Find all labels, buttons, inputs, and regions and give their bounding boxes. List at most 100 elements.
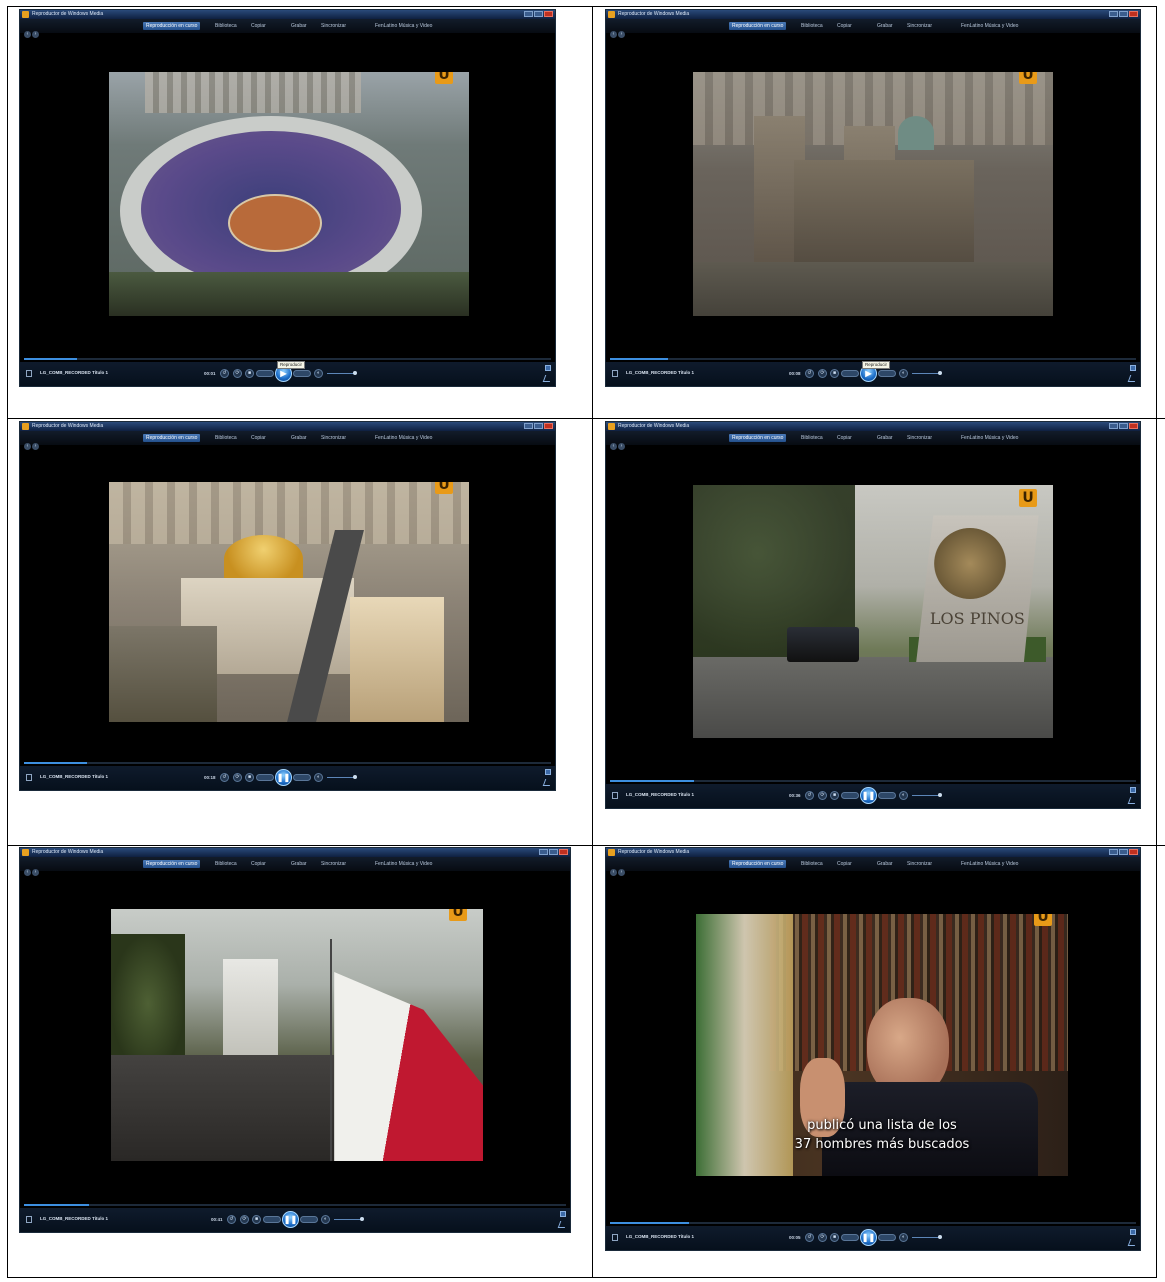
tab-sync[interactable]: Sincronizar (904, 434, 935, 442)
volume-slider[interactable] (912, 1235, 942, 1239)
view-toggle-icon[interactable] (612, 370, 618, 377)
switch-to-library-icon[interactable] (560, 1211, 566, 1217)
previous-button[interactable] (263, 1216, 281, 1223)
tab-burn[interactable]: Grabar (288, 434, 310, 442)
tab-sync[interactable]: Sincronizar (318, 860, 349, 868)
play-pause-button[interactable]: ❚❚ (282, 1211, 299, 1228)
tab-rip[interactable]: Copiar (248, 860, 269, 868)
tab-store[interactable]: FenLatino Música y Video (372, 860, 435, 868)
minimize-button[interactable] (539, 849, 548, 855)
volume-slider[interactable] (327, 775, 357, 779)
repeat-button[interactable]: ⟳ (233, 773, 242, 782)
repeat-button[interactable]: ⟳ (818, 369, 827, 378)
play-pause-button[interactable]: ❚❚ (860, 1229, 877, 1246)
minimize-button[interactable] (1109, 11, 1118, 17)
video-frame[interactable]: LOS PINOS U (693, 485, 1053, 738)
tab-rip[interactable]: Copiar (834, 860, 855, 868)
tab-library[interactable]: Biblioteca (798, 22, 826, 30)
tab-library[interactable]: Biblioteca (798, 860, 826, 868)
minimize-button[interactable] (1109, 849, 1118, 855)
shuffle-button[interactable]: ↺ (805, 791, 814, 800)
minimize-button[interactable] (524, 11, 533, 17)
tab-now-playing[interactable]: Reproducción en curso (729, 22, 787, 30)
volume-knob[interactable] (360, 1217, 364, 1221)
close-button[interactable] (1129, 11, 1138, 17)
maximize-button[interactable] (1119, 423, 1128, 429)
view-toggle-icon[interactable] (26, 370, 32, 377)
mute-button[interactable]: ◐ (899, 369, 908, 378)
volume-slider[interactable] (912, 371, 942, 375)
fullscreen-icon[interactable] (1127, 375, 1138, 382)
volume-knob[interactable] (353, 371, 357, 375)
back-arrow-icon[interactable]: ‹ (610, 869, 617, 876)
tab-now-playing[interactable]: Reproducción en curso (729, 860, 787, 868)
tab-library[interactable]: Biblioteca (212, 434, 240, 442)
seek-bar[interactable] (610, 358, 1136, 360)
tab-burn[interactable]: Grabar (874, 860, 896, 868)
tab-store[interactable]: FenLatino Música y Video (372, 22, 435, 30)
seek-bar[interactable] (24, 1204, 566, 1206)
view-toggle-icon[interactable] (26, 774, 32, 781)
repeat-button[interactable]: ⟳ (233, 369, 242, 378)
close-button[interactable] (544, 11, 553, 17)
mute-button[interactable]: ◐ (899, 791, 908, 800)
repeat-button[interactable]: ⟳ (818, 1233, 827, 1242)
switch-to-library-icon[interactable] (1130, 365, 1136, 371)
play-pause-button[interactable]: ❚❚ (275, 769, 292, 786)
play-pause-button[interactable]: ❚❚ (860, 787, 877, 804)
video-frame[interactable]: U (693, 72, 1053, 316)
tab-sync[interactable]: Sincronizar (904, 22, 935, 30)
video-frame[interactable]: publicó una lista de los 37 hombres más … (696, 914, 1068, 1176)
tab-store[interactable]: FenLatino Música y Video (372, 434, 435, 442)
switch-to-library-icon[interactable] (1130, 787, 1136, 793)
maximize-button[interactable] (1119, 849, 1128, 855)
volume-slider[interactable] (327, 371, 357, 375)
forward-arrow-icon[interactable]: › (618, 869, 625, 876)
maximize-button[interactable] (534, 423, 543, 429)
stop-button[interactable]: ■ (245, 773, 254, 782)
next-button[interactable] (878, 1234, 896, 1241)
shuffle-button[interactable]: ↺ (227, 1215, 236, 1224)
stop-button[interactable]: ■ (245, 369, 254, 378)
stop-button[interactable]: ■ (830, 791, 839, 800)
mute-button[interactable]: ◐ (314, 773, 323, 782)
back-arrow-icon[interactable]: ‹ (610, 31, 617, 38)
tab-rip[interactable]: Copiar (834, 434, 855, 442)
back-arrow-icon[interactable]: ‹ (24, 31, 31, 38)
back-arrow-icon[interactable]: ‹ (24, 443, 31, 450)
switch-to-library-icon[interactable] (545, 769, 551, 775)
previous-button[interactable] (841, 370, 859, 377)
next-button[interactable] (878, 370, 896, 377)
previous-button[interactable] (256, 774, 274, 781)
minimize-button[interactable] (1109, 423, 1118, 429)
video-frame[interactable]: U (111, 909, 483, 1161)
maximize-button[interactable] (1119, 11, 1128, 17)
video-frame[interactable]: U (109, 482, 469, 722)
mute-button[interactable]: ◐ (314, 369, 323, 378)
tab-burn[interactable]: Grabar (288, 22, 310, 30)
next-button[interactable] (878, 792, 896, 799)
minimize-button[interactable] (524, 423, 533, 429)
volume-knob[interactable] (938, 371, 942, 375)
tab-burn[interactable]: Grabar (874, 434, 896, 442)
next-button[interactable] (300, 1216, 318, 1223)
switch-to-library-icon[interactable] (1130, 1229, 1136, 1235)
maximize-button[interactable] (534, 11, 543, 17)
shuffle-button[interactable]: ↺ (220, 773, 229, 782)
close-button[interactable] (1129, 849, 1138, 855)
tab-store[interactable]: FenLatino Música y Video (958, 860, 1021, 868)
fullscreen-icon[interactable] (1127, 797, 1138, 804)
tab-rip[interactable]: Copiar (248, 434, 269, 442)
tab-sync[interactable]: Sincronizar (904, 860, 935, 868)
tab-library[interactable]: Biblioteca (212, 22, 240, 30)
fullscreen-icon[interactable] (542, 779, 553, 786)
volume-slider[interactable] (912, 793, 942, 797)
shuffle-button[interactable]: ↺ (220, 369, 229, 378)
close-button[interactable] (544, 423, 553, 429)
fullscreen-icon[interactable] (542, 375, 553, 382)
forward-arrow-icon[interactable]: › (618, 443, 625, 450)
tab-burn[interactable]: Grabar (874, 22, 896, 30)
switch-to-library-icon[interactable] (545, 365, 551, 371)
tab-rip[interactable]: Copiar (248, 22, 269, 30)
shuffle-button[interactable]: ↺ (805, 1233, 814, 1242)
